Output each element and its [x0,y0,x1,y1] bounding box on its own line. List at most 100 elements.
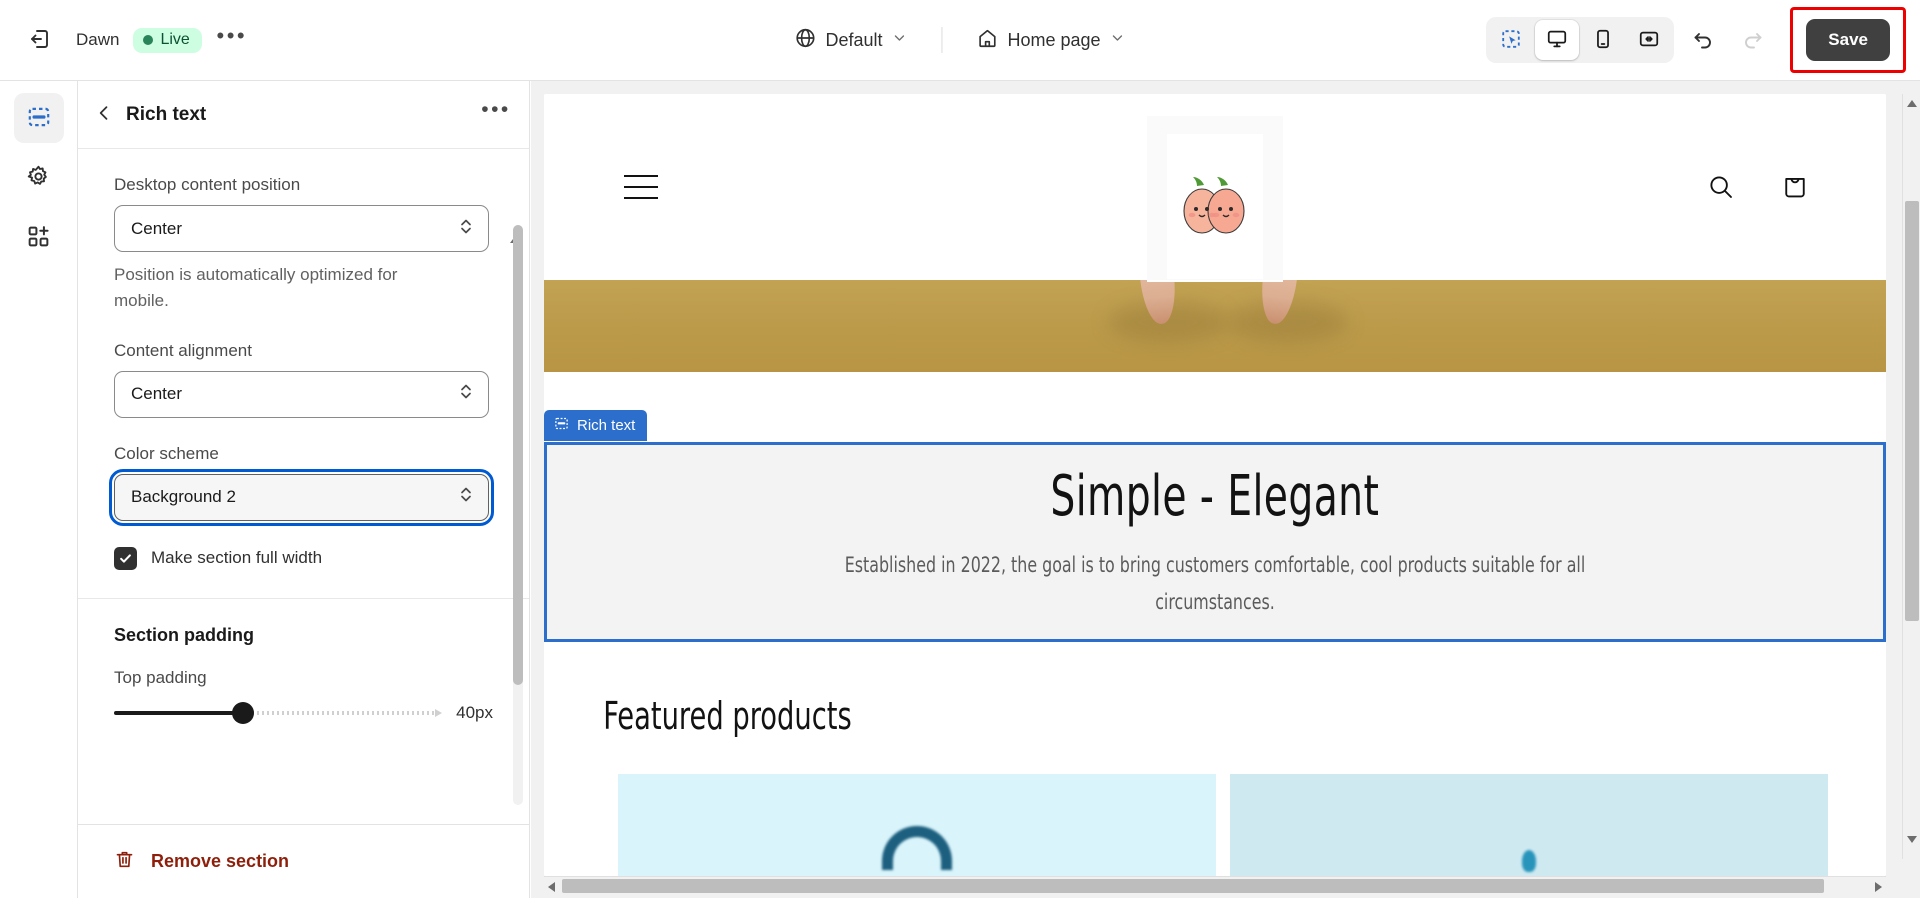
sections-icon [26,104,52,133]
page-label: Home page [1007,29,1101,50]
save-button[interactable]: Save [1806,19,1890,61]
save-button-highlight: Save [1790,7,1906,73]
hamburger-menu-icon[interactable] [624,166,658,208]
chevron-left-icon [94,103,114,126]
market-selector[interactable]: Default [782,19,919,62]
cursor-select-icon [1500,28,1522,53]
panel-footer: Remove section [78,824,529,898]
remove-section-button[interactable]: Remove section [114,849,289,875]
topbar-right-group: Save [1486,7,1920,73]
preview-scroll-right-arrow[interactable] [1875,882,1882,892]
home-icon [976,27,998,54]
chevron-down-icon [1110,30,1126,51]
mobile-preview-button[interactable] [1581,20,1625,60]
make-section-full-width-row[interactable]: Make section full width [114,546,493,570]
live-dot-icon [143,34,154,45]
color-scheme-value: Background 2 [131,487,236,507]
search-icon[interactable] [1706,172,1736,202]
section-padding-title: Section padding [114,624,255,645]
featured-products-grid [544,738,1886,876]
preview-scroll-up-arrow[interactable] [1907,100,1917,107]
product-card-1[interactable] [618,774,1216,876]
panel-actions-button[interactable]: ••• [477,96,515,134]
trash-icon [114,849,135,875]
desktop-content-position-field: Desktop content position Center Position… [114,175,493,315]
undo-button[interactable] [1682,19,1724,61]
redo-button[interactable] [1732,19,1774,61]
sidebar-item-apps[interactable] [14,213,64,263]
panel-scrollbar-thumb[interactable] [513,225,523,685]
desktop-content-position-helper: Position is automatically optimized for … [114,265,398,311]
globe-icon [794,27,816,54]
chevron-down-icon [891,30,907,51]
theme-actions-button[interactable]: ••• [212,20,252,60]
content-alignment-field: Content alignment Center [114,341,493,418]
desktop-content-position-select[interactable]: Center [114,205,489,252]
mobile-icon [1592,28,1614,53]
status-badge: Live [133,27,202,53]
select-chevron-updown-icon [458,485,474,510]
preview-scroll-left-arrow[interactable] [548,882,555,892]
content-alignment-select[interactable]: Center [114,370,489,418]
topbar-divider [941,27,943,53]
color-scheme-select[interactable]: Background 2 [109,468,494,526]
color-scheme-label: Color scheme [114,443,219,463]
sidebar-item-sections[interactable] [13,93,64,143]
storefront-preview: Rich text Simple - Elegant Established i… [544,94,1886,876]
product-image-1 [882,826,952,870]
theme-name: Dawn [76,30,120,49]
rich-text-heading: Simple - Elegant [1050,464,1380,530]
fullscreen-preview-button[interactable] [1627,20,1671,60]
select-chevron-updown-icon [458,382,474,407]
peach-pair-logo [1167,133,1263,279]
undo-icon [1691,27,1715,54]
rich-text-badge-label: Rich text [577,417,636,434]
product-card-2[interactable] [1230,774,1828,876]
desktop-preview-button[interactable] [1535,20,1580,60]
market-label: Default [825,29,883,50]
storefront-header-icons [1706,172,1810,202]
panel-header: Rich text ••• [78,81,529,149]
slider-track-filled [114,710,242,715]
preview-vertical-scroll-thumb[interactable] [1905,201,1919,621]
preview-horizontal-scroll-thumb[interactable] [562,879,1824,893]
panel-body: Desktop content position Center Position… [78,149,529,824]
logo-overlay-tail [1147,280,1283,282]
rich-text-section-badge[interactable]: Rich text [544,410,648,441]
desktop-content-position-value: Center [131,218,183,238]
slider-end-arrow-icon [435,708,443,717]
exit-editor-button[interactable] [18,18,62,62]
top-padding-row: 40px [114,701,493,724]
fullscreen-icon [1638,28,1660,53]
device-preview-toggle-group [1486,17,1675,63]
select-chevron-updown-icon [458,216,474,241]
redo-icon [1741,27,1765,54]
preview-area: Rich text Simple - Elegant Established i… [531,81,1920,898]
panel-back-button[interactable] [86,97,122,133]
content-alignment-label: Content alignment [114,340,252,360]
featured-products-section[interactable]: Featured products [544,642,1886,876]
make-section-full-width-checkbox[interactable] [114,546,137,570]
desktop-icon [1546,28,1568,53]
preview-vertical-scrollbar[interactable] [1902,94,1920,859]
panel-scrollbar[interactable] [513,225,523,805]
left-icon-rail [0,81,78,898]
preview-horizontal-scrollbar[interactable] [544,876,1886,894]
hero-banner-image[interactable] [544,280,1886,372]
apps-add-icon [26,224,51,252]
preview-scroll-down-arrow[interactable] [1907,836,1917,843]
store-logo[interactable] [1147,116,1283,296]
product-image-2 [1522,850,1536,872]
desktop-content-position-label: Desktop content position [114,175,301,194]
shopping-bag-icon[interactable] [1780,172,1810,202]
color-scheme-field: Color scheme Background 2 [109,443,494,526]
page-selector[interactable]: Home page [964,19,1137,62]
select-tool-button[interactable] [1489,20,1533,60]
top-padding-value: 40px [456,702,493,722]
sidebar-item-theme-settings[interactable] [14,153,64,203]
slider-thumb[interactable] [232,701,254,724]
top-padding-slider[interactable] [114,701,443,724]
rich-text-section[interactable]: Simple - Elegant Established in 2022, th… [544,442,1886,642]
panel-title: Rich text [126,103,207,125]
section-settings-panel: Rich text ••• Desktop content position C… [78,81,530,898]
